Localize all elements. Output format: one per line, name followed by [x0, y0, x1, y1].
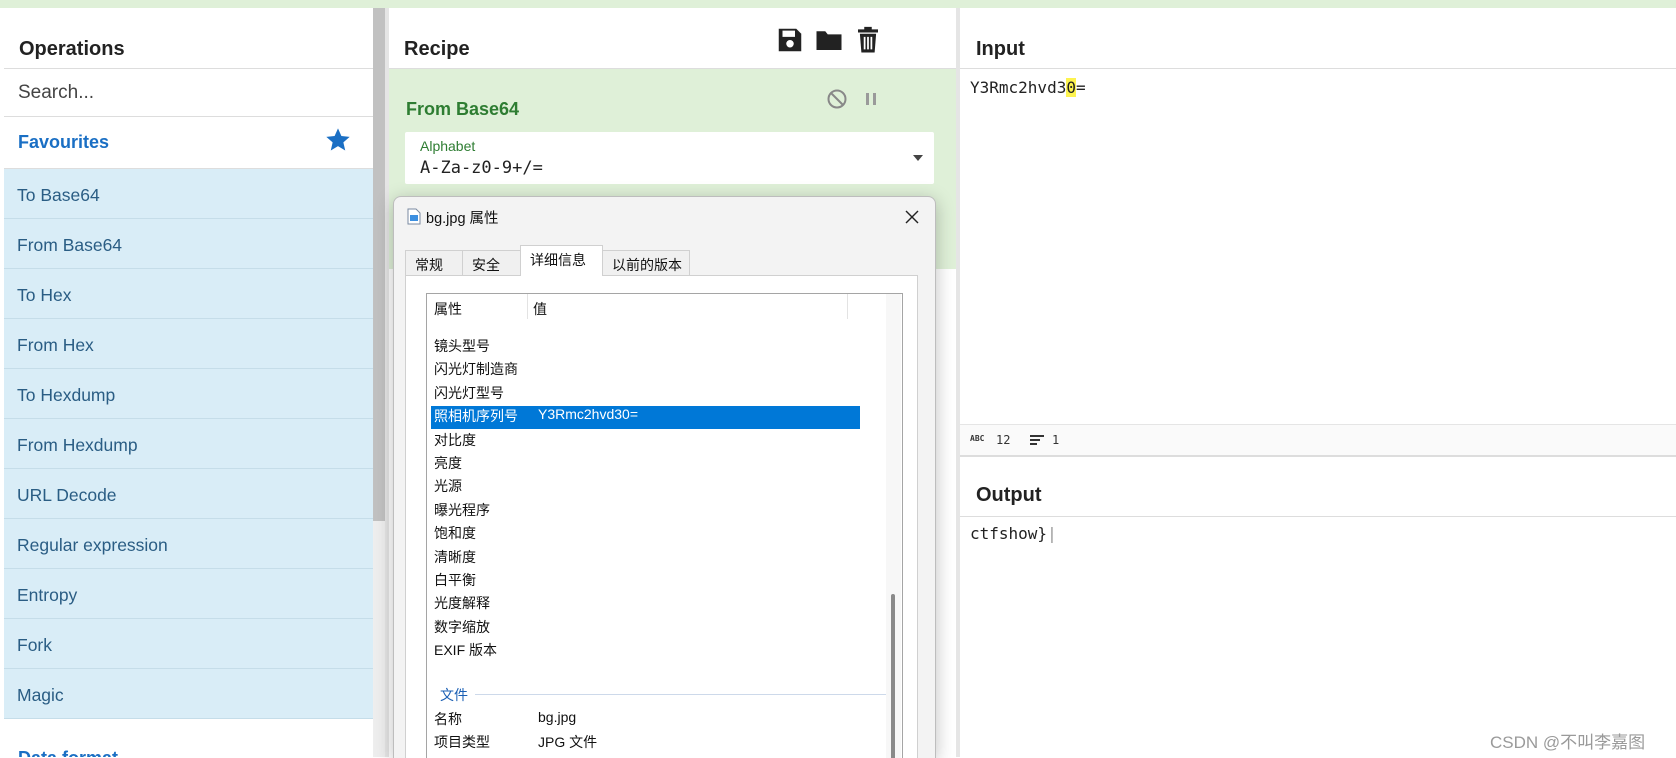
- input-text-after: =: [1075, 78, 1086, 97]
- file-property-name[interactable]: 项目类型: [434, 732, 490, 752]
- input-textarea[interactable]: Y3Rmc2hvd30=: [970, 78, 1086, 97]
- alphabet-label: Alphabet: [420, 138, 476, 154]
- operation-item[interactable]: URL Decode: [4, 469, 373, 519]
- details-tab-panel: 属性 值 镜头型号闪光灯制造商 闪光灯型号照相机序列号 Y3Rmc2hvd30= 对比…: [405, 275, 918, 758]
- io-panel: Input Y3Rmc2hvd30= ABC 12 1 Output ctfsh…: [960, 8, 1676, 757]
- operations-search-input[interactable]: [4, 69, 373, 117]
- category-data-format[interactable]: Data format: [18, 748, 118, 757]
- operation-item[interactable]: Magic: [4, 669, 373, 719]
- pause-breakpoint-icon[interactable]: [859, 87, 883, 111]
- property-name[interactable]: 光源: [434, 476, 462, 496]
- input-lines: 1: [1052, 433, 1060, 447]
- column-header-property[interactable]: 属性: [434, 299, 462, 319]
- operation-item[interactable]: Entropy: [4, 569, 373, 619]
- top-strip: [0, 0, 1676, 8]
- operations-title: Operations: [19, 38, 125, 60]
- operation-item[interactable]: To Base64: [4, 169, 373, 219]
- property-name[interactable]: 曝光程序: [434, 500, 490, 520]
- output-cursor: |: [1047, 524, 1057, 543]
- operation-item[interactable]: From Hexdump: [4, 419, 373, 469]
- load-recipe-folder-icon[interactable]: [814, 25, 844, 55]
- recipe-operation-name: From Base64: [406, 99, 520, 119]
- file-property-value[interactable]: JPG 文件: [538, 732, 597, 752]
- output-header: Output: [960, 456, 1676, 517]
- recipe-title: Recipe: [404, 38, 470, 60]
- disable-operation-icon[interactable]: [825, 87, 849, 111]
- input-length: 12: [996, 433, 1011, 447]
- output-title: Output: [976, 484, 1042, 506]
- operation-item[interactable]: To Hex: [4, 269, 373, 319]
- property-name[interactable]: 镜头型号: [434, 336, 490, 356]
- property-name[interactable]: 对比度: [434, 430, 476, 450]
- clear-recipe-trash-icon[interactable]: [853, 25, 883, 55]
- input-text-highlight: 0: [1066, 78, 1076, 97]
- operation-item[interactable]: To Hexdump: [4, 369, 373, 419]
- chevron-down-icon[interactable]: [913, 155, 923, 161]
- column-header-value[interactable]: 值: [533, 299, 547, 319]
- property-name[interactable]: EXIF 版本: [434, 640, 497, 660]
- property-list-scrollbar[interactable]: [886, 294, 901, 758]
- operation-item[interactable]: From Base64: [4, 219, 373, 269]
- column-divider[interactable]: [527, 294, 528, 319]
- property-value[interactable]: Y3Rmc2hvd30=: [538, 406, 638, 422]
- property-list-header: 属性 值: [427, 294, 880, 319]
- operation-item[interactable]: From Hex: [4, 319, 373, 369]
- favourites-label: Favourites: [18, 132, 110, 152]
- file-properties-dialog: bg.jpg 属性 常规 安全 详细信息 以前的版本 属性 值 镜头型号闪光灯制…: [393, 196, 936, 758]
- property-name[interactable]: 数字缩放: [434, 617, 490, 637]
- property-name[interactable]: 光度解释: [434, 593, 490, 613]
- property-list-scrollbar-thumb[interactable]: [891, 594, 895, 758]
- input-title: Input: [976, 38, 1025, 60]
- property-name[interactable]: 亮度: [434, 453, 462, 473]
- abc-length-icon: ABC: [970, 434, 985, 443]
- output-text: ctfshow}: [970, 524, 1048, 543]
- tab-details[interactable]: 详细信息: [520, 245, 603, 276]
- recipe-header: Recipe: [389, 8, 956, 69]
- input-text-before: Y3Rmc2hvd3: [970, 78, 1067, 97]
- favourites-category[interactable]: Favourites: [4, 118, 373, 169]
- close-icon[interactable]: [902, 207, 922, 227]
- lines-icon: [1030, 435, 1044, 445]
- input-status-bar: ABC 12 1: [960, 424, 1676, 457]
- operation-item[interactable]: Regular expression: [4, 519, 373, 569]
- column-divider[interactable]: [847, 294, 848, 319]
- image-file-icon: [407, 208, 421, 225]
- input-header: Input: [960, 8, 1676, 69]
- group-file-label: 文件: [440, 687, 468, 703]
- alphabet-select[interactable]: Alphabet A-Za-z0-9+/=: [405, 132, 934, 184]
- operations-header: Operations: [4, 8, 373, 69]
- tab-previous-versions[interactable]: 以前的版本: [602, 250, 690, 275]
- property-name[interactable]: 闪光灯型号: [434, 383, 504, 403]
- operations-scrollbar-thumb[interactable]: [373, 8, 385, 521]
- favourites-operation-list: To Base64 From Base64 To Hex From Hex To Hex…: [4, 169, 373, 719]
- property-name[interactable]: 照相机序列号: [434, 406, 518, 426]
- output-textarea[interactable]: ctfshow}|: [970, 524, 1057, 543]
- tab-general[interactable]: 常规: [405, 250, 463, 275]
- property-list: 属性 值 镜头型号闪光灯制造商 闪光灯型号照相机序列号 Y3Rmc2hvd30= 对比…: [426, 293, 903, 758]
- property-name[interactable]: 饱和度: [434, 523, 476, 543]
- operation-item[interactable]: Fork: [4, 619, 373, 669]
- file-property-name[interactable]: 名称: [434, 709, 462, 729]
- watermark: CSDN @不叫李嘉图: [1490, 733, 1646, 752]
- operations-panel: Operations Favourites To Base64From Base…: [4, 8, 373, 757]
- save-recipe-icon[interactable]: [775, 25, 805, 55]
- group-divider: [475, 694, 895, 695]
- property-name[interactable]: 白平衡: [434, 570, 476, 590]
- property-name[interactable]: 清晰度: [434, 547, 476, 567]
- property-name[interactable]: 闪光灯制造商: [434, 359, 518, 379]
- tab-security[interactable]: 安全: [462, 250, 521, 275]
- dialog-title: bg.jpg 属性: [426, 211, 499, 227]
- alphabet-value: A-Za-z0-9+/=: [420, 158, 543, 178]
- star-icon[interactable]: [324, 126, 352, 154]
- file-property-value[interactable]: bg.jpg: [538, 709, 576, 725]
